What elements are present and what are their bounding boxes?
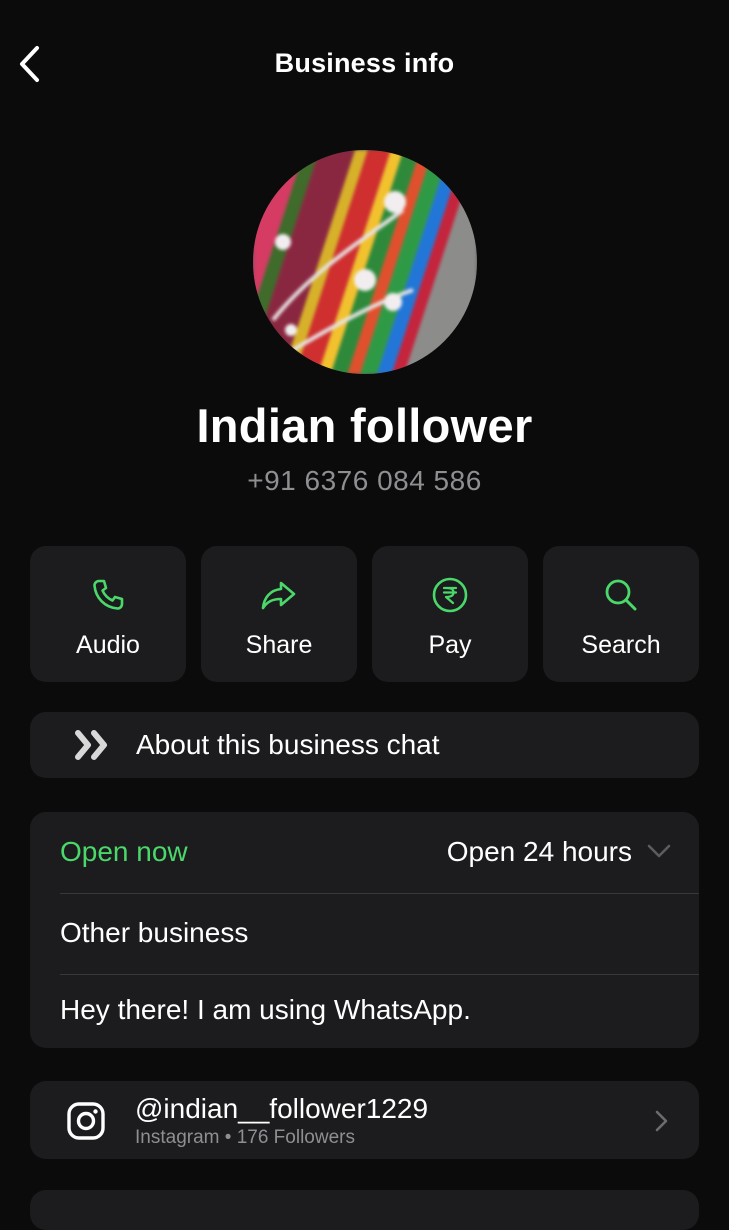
- instagram-meta: Instagram • 176 Followers: [135, 1127, 355, 1149]
- action-buttons: Audio Share Pay Search: [30, 546, 699, 682]
- chevron-down-icon: [647, 844, 671, 858]
- double-chevron-icon: [75, 730, 107, 760]
- header: Business info: [0, 30, 729, 98]
- search-icon: [602, 576, 640, 614]
- share-button[interactable]: Share: [201, 546, 357, 682]
- avatar[interactable]: [253, 150, 477, 374]
- chevron-right-icon: [655, 1110, 668, 1132]
- about-business-chat-label: About this business chat: [136, 729, 440, 760]
- business-hours-row[interactable]: Open now Open 24 hours: [60, 812, 699, 894]
- about-business-chat-button[interactable]: About this business chat: [30, 712, 699, 778]
- open-status: Open now: [60, 836, 188, 867]
- pay-label: Pay: [428, 631, 472, 659]
- business-hours: Open 24 hours: [446, 836, 632, 867]
- business-about: Hey there! I am using WhatsApp.: [60, 994, 471, 1025]
- audio-label: Audio: [76, 631, 140, 659]
- instagram-link[interactable]: @indian__follower1229 Instagram • 176 Fo…: [30, 1081, 699, 1159]
- business-category: Other business: [60, 917, 249, 948]
- phone-icon: [89, 576, 127, 614]
- contact-name: Indian follower: [196, 399, 533, 452]
- page-title: Business info: [274, 48, 455, 78]
- next-card-peek: [30, 1190, 699, 1230]
- pay-button[interactable]: Pay: [372, 546, 528, 682]
- search-label: Search: [581, 631, 661, 659]
- rupee-icon: [431, 576, 469, 614]
- contact-phone: +91 6376 084 586: [247, 465, 482, 496]
- business-info-card: Open now Open 24 hours Other business He…: [30, 812, 699, 1048]
- business-category-row: Other business: [60, 893, 699, 975]
- separator-dot: •: [224, 1127, 232, 1148]
- audio-call-button[interactable]: Audio: [30, 546, 186, 682]
- instagram-handle: @indian__follower1229: [135, 1093, 429, 1124]
- share-label: Share: [245, 631, 313, 659]
- share-arrow-icon: [260, 576, 298, 614]
- business-about-row: Hey there! I am using WhatsApp.: [60, 974, 699, 1048]
- instagram-icon: [67, 1102, 105, 1140]
- instagram-followers: 176 Followers: [236, 1127, 355, 1148]
- search-button[interactable]: Search: [543, 546, 699, 682]
- avatar-image: [253, 150, 477, 374]
- instagram-platform: Instagram: [135, 1127, 220, 1148]
